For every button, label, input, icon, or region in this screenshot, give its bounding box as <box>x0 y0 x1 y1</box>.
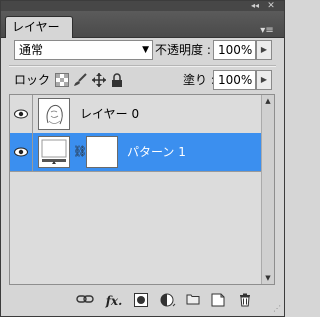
collapse-panel-icon[interactable]: ◂◂ <box>249 1 261 11</box>
blend-row: 通常 ▼ 不透明度 : 100% ▶ <box>1 40 284 62</box>
lock-label: ロック : <box>14 73 58 87</box>
layer-row-selected[interactable]: ⛓ パターン 1 <box>10 133 262 172</box>
panel-footer: fx. ⋰ <box>1 287 284 315</box>
scrollbar[interactable]: ▲ ▼ <box>261 95 274 284</box>
lock-row: ロック : 塗り : 100% ▶ <box>1 70 284 92</box>
layer-thumbnail <box>38 98 70 130</box>
opacity-slider-button[interactable]: ▶ <box>256 40 272 60</box>
fill-slider-button[interactable]: ▶ <box>256 70 272 90</box>
visibility-toggle[interactable] <box>10 95 33 133</box>
resize-grip-icon[interactable]: ⋰ <box>273 304 281 313</box>
opacity-input[interactable]: 100% <box>213 40 256 60</box>
layers-panel: ◂◂ ✕ レイヤー ▾≡ 通常 ▼ 不透明度 : 100% ▶ ロック : 塗り… <box>0 0 285 317</box>
layer-name: パターン 1 <box>127 145 186 159</box>
mask-thumbnail[interactable] <box>86 136 118 168</box>
eye-icon <box>14 147 28 157</box>
layer-mask-icon[interactable] <box>132 293 150 309</box>
pattern-fill-icon <box>41 139 67 164</box>
lock-pixels-brush-icon[interactable] <box>73 73 87 87</box>
scroll-down-icon[interactable]: ▼ <box>262 272 274 284</box>
lock-transparency-icon[interactable] <box>55 73 69 87</box>
panel-title-strip <box>1 1 284 11</box>
layer-name: レイヤー 0 <box>80 107 140 121</box>
layer-row[interactable]: レイヤー 0 <box>10 95 262 134</box>
layer-style-fx-icon[interactable]: fx. <box>105 293 123 309</box>
scroll-up-icon[interactable]: ▲ <box>262 95 274 107</box>
blend-mode-value: 通常 <box>19 43 44 57</box>
blend-mode-select[interactable]: 通常 ▼ <box>14 40 153 60</box>
fill-input[interactable]: 100% <box>213 70 256 90</box>
panel-tab-bar: レイヤー ▾≡ <box>1 11 284 38</box>
visibility-toggle[interactable] <box>10 133 33 171</box>
panel-menu-icon[interactable]: ▾≡ <box>259 25 275 37</box>
adjustment-layer-icon[interactable] <box>159 293 177 309</box>
fill-layer-thumbnail <box>38 136 70 168</box>
layers-list: レイヤー 0 ⛓ パターン 1 ▲ ▼ <box>9 94 275 285</box>
tab-layers[interactable]: レイヤー <box>5 16 73 38</box>
fill-label: 塗り : <box>183 73 215 87</box>
lock-all-icon[interactable] <box>110 73 124 87</box>
lock-position-move-icon[interactable] <box>92 73 106 87</box>
chevron-down-icon: ▼ <box>142 45 149 55</box>
trash-icon[interactable] <box>236 293 254 309</box>
chain-link-icon[interactable]: ⛓ <box>73 145 87 158</box>
new-layer-icon[interactable] <box>209 293 227 309</box>
opacity-label: 不透明度 : <box>155 43 211 57</box>
link-layers-icon[interactable] <box>76 293 94 309</box>
sketch-thumbnail-icon <box>46 104 63 125</box>
divider <box>9 65 276 67</box>
close-panel-icon[interactable]: ✕ <box>265 1 277 11</box>
eye-icon <box>14 109 28 119</box>
new-group-icon[interactable] <box>184 293 202 309</box>
